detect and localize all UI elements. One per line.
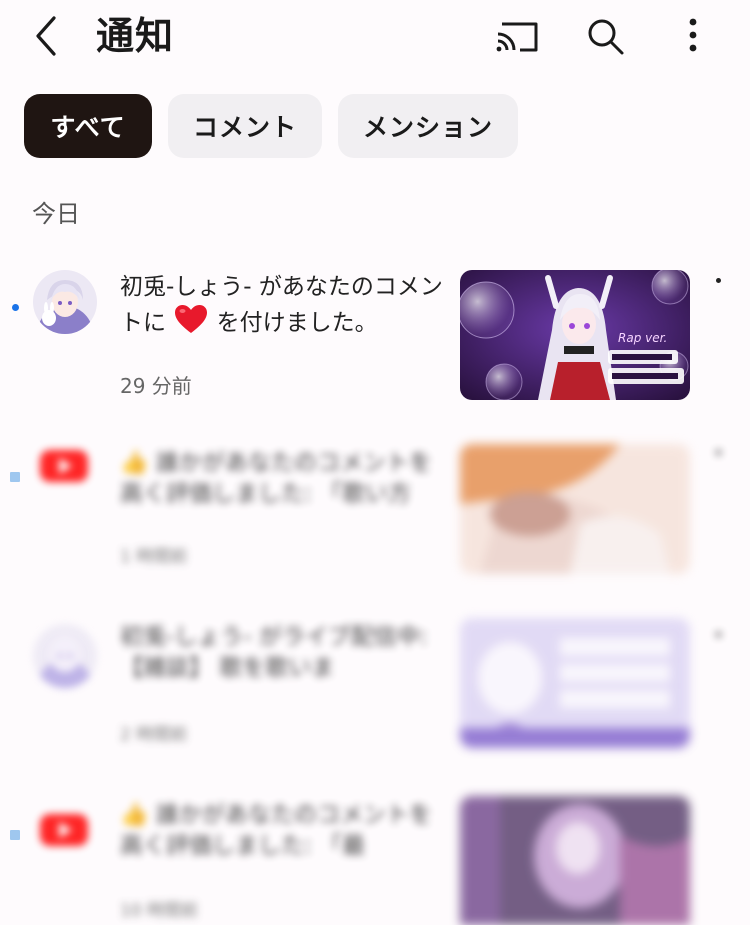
cast-icon	[496, 22, 538, 52]
youtube-logo-icon	[38, 448, 90, 484]
more-options-button[interactable]	[670, 14, 716, 58]
unread-indicator	[10, 830, 20, 840]
heart-icon	[173, 303, 209, 344]
thumbnail-overlay-text: Rap ver.	[618, 331, 667, 345]
more-vert-icon	[689, 18, 697, 52]
chip-mentions[interactable]: メンション	[338, 94, 518, 158]
notification-menu-button[interactable]	[704, 446, 732, 486]
more-vert-icon	[715, 632, 721, 637]
notification-item[interactable]: 初兎-しょう- があなたのコメントに を付けました。 29 分前 Rap ver…	[0, 262, 750, 422]
chevron-left-icon	[36, 16, 56, 56]
notification-time: 2 時間前	[120, 725, 188, 745]
chip-comments[interactable]: コメント	[168, 94, 322, 158]
cast-button[interactable]	[494, 14, 540, 58]
avatar	[33, 270, 97, 334]
more-vert-icon	[715, 450, 721, 455]
unread-indicator	[10, 472, 20, 482]
more-vert-icon	[715, 278, 721, 283]
notifications-screen: 通知 すべて コメント メンション 今日 初兎-しょう- があなたのコメントに …	[0, 0, 750, 925]
unread-indicator	[12, 304, 19, 311]
search-icon	[588, 19, 624, 55]
notification-time: 29 分前	[120, 374, 192, 398]
notification-text: 👍 誰かがあなたのコメントを高く評価しました: 「最	[120, 802, 432, 859]
section-header-today: 今日	[32, 200, 80, 228]
avatar	[33, 624, 97, 688]
notification-menu-button[interactable]	[704, 274, 732, 314]
notification-item[interactable]: 👍 誰かがあなたのコメントを高く評価しました: 「歌い方 1 時間前	[0, 432, 750, 592]
notification-text: 初兎-しょう- があなたのコメントに を付けました。	[120, 272, 444, 344]
notification-time: 10 時間前	[120, 901, 199, 921]
youtube-logo-icon	[38, 812, 90, 848]
notification-item[interactable]: 👍 誰かがあなたのコメントを高く評価しました: 「最 10 時間前	[0, 790, 750, 925]
notification-text: 👍 誰かがあなたのコメントを高く評価しました: 「歌い方	[120, 450, 432, 507]
search-button[interactable]	[582, 14, 628, 58]
filter-chips: すべて コメント メンション	[24, 94, 518, 158]
notification-text: 初兎-しょう- がライブ配信中: 【雑談】 歌を歌いま	[120, 624, 428, 681]
video-thumbnail[interactable]	[460, 796, 690, 925]
back-button[interactable]	[28, 12, 68, 60]
chip-all[interactable]: すべて	[24, 94, 152, 158]
notification-message-suffix: を付けました。	[216, 310, 378, 336]
app-header: 通知	[0, 0, 750, 76]
video-thumbnail[interactable]: Rap ver.	[460, 270, 690, 400]
notification-time: 1 時間前	[120, 547, 188, 567]
page-title: 通知	[96, 14, 175, 58]
notification-item[interactable]: 初兎-しょう- がライブ配信中: 【雑談】 歌を歌いま 2 時間前	[0, 612, 750, 772]
notification-menu-button[interactable]	[704, 628, 732, 668]
video-thumbnail[interactable]	[460, 444, 690, 574]
video-thumbnail[interactable]	[460, 618, 690, 748]
